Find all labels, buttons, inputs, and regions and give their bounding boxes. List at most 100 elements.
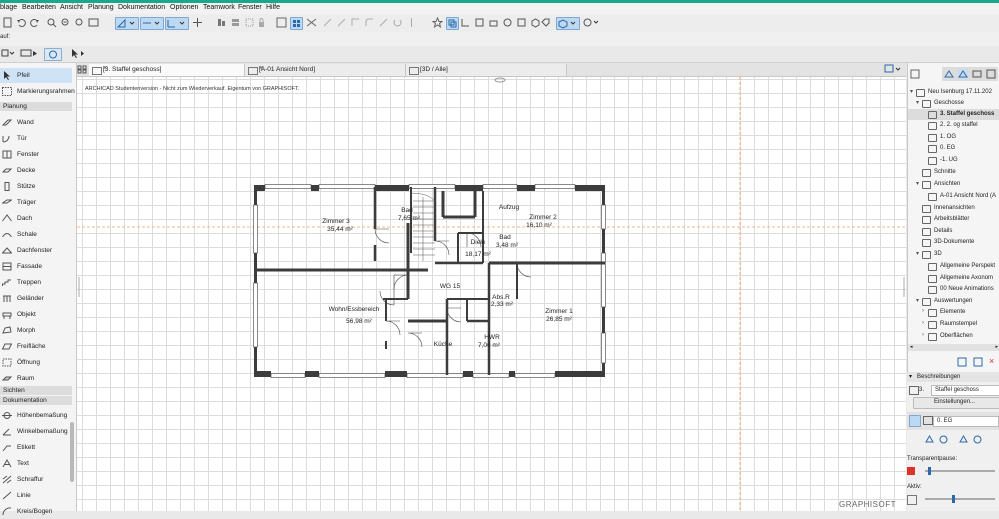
tool-pfeil[interactable]: Pfeil: [0, 68, 72, 83]
zoom-out-icon[interactable]: [74, 17, 85, 28]
zoom-window-icon[interactable]: [46, 17, 57, 28]
tab-3d-alle[interactable]: [3D / Alle]: [406, 64, 567, 76]
section-icon[interactable]: [474, 17, 485, 28]
menu-optionen[interactable]: Optionen: [170, 4, 198, 11]
rotate-icon[interactable]: [392, 17, 403, 28]
tool-raum[interactable]: Raum: [0, 371, 72, 386]
fillet-icon[interactable]: [364, 17, 375, 28]
navigator-scrollbar[interactable]: ◂ ▸: [908, 344, 999, 351]
tool-fassade[interactable]: Fassade: [0, 259, 72, 274]
staircase[interactable]: [410, 192, 436, 261]
nav-project[interactable]: ▾ Neu Isenburg 17.11.202: [908, 87, 999, 98]
nav-floor-3[interactable]: 3. Staffel geschoss: [908, 109, 999, 120]
nav-innenansichten[interactable]: Innenansichten: [908, 203, 999, 214]
close-tab-icon[interactable]: ×: [259, 65, 401, 72]
tool-linie[interactable]: Linie: [0, 488, 72, 503]
elevation-icon[interactable]: [488, 17, 499, 28]
section-sichten[interactable]: Sichten: [0, 386, 72, 395]
tool-traeger[interactable]: Träger: [0, 195, 72, 210]
tool-treppen[interactable]: Treppen: [0, 275, 72, 290]
new-file-icon[interactable]: [2, 17, 13, 28]
transparentpause-slider[interactable]: [925, 467, 995, 475]
tool-stuetze[interactable]: Stütze: [0, 179, 72, 194]
nav-ansichten[interactable]: ▾ Ansichten: [908, 179, 999, 190]
tab-overview-icon[interactable]: [77, 65, 87, 74]
tool-gelaender[interactable]: Geländer: [0, 291, 72, 306]
favorites-icon[interactable]: [432, 17, 443, 28]
tool-morph[interactable]: Morph: [0, 323, 72, 338]
tool-text[interactable]: Text: [0, 456, 72, 471]
tool-markierungsrahmen[interactable]: Markierungsrahmen: [0, 84, 75, 99]
nav-animation[interactable]: 00 Neue Animations: [908, 284, 999, 295]
nav-details[interactable]: Details: [908, 226, 999, 237]
render-icon[interactable]: [582, 17, 600, 28]
nav-floor-1[interactable]: 1. OG: [908, 132, 999, 143]
arrow-pointer-icon[interactable]: [66, 48, 86, 59]
tool-etikett[interactable]: Etikett: [0, 440, 72, 455]
mode-icon-3[interactable]: [959, 435, 968, 444]
distribute-icon[interactable]: [230, 17, 241, 28]
tool-wand[interactable]: Wand: [0, 115, 72, 130]
nav-3d-dokumente[interactable]: 3D-Dokumente: [908, 237, 999, 248]
tool-tuer[interactable]: Tür: [0, 131, 72, 146]
new-view-icon[interactable]: [957, 357, 967, 367]
nav-3d[interactable]: ▾ 3D: [908, 249, 999, 260]
tool-schale[interactable]: Schale: [0, 227, 72, 242]
floor-plan-drawing[interactable]: Zimmer 3 35,44 m² Bad 7,65 m² Aufzug Zim…: [253, 183, 607, 379]
trim-icon[interactable]: [322, 17, 333, 28]
menu-planung[interactable]: Planung: [88, 4, 114, 11]
floor-plan-canvas[interactable]: ARCHICAD Studentenversion - Nicht zum Wi…: [77, 77, 906, 511]
redo-icon[interactable]: [29, 17, 40, 28]
fit-window-icon[interactable]: [88, 17, 99, 28]
tool-kreis-bogen[interactable]: Kreis/Bogen: [0, 504, 72, 519]
layer-combination-icon[interactable]: [909, 415, 921, 427]
tool-freiflaeche[interactable]: Freifläche: [0, 339, 72, 354]
mode-icon-1[interactable]: [925, 435, 934, 444]
nav-back-icon[interactable]: [910, 69, 920, 79]
nav-schnitte[interactable]: Schnitte: [908, 167, 999, 178]
nav-raumstempel[interactable]: › Raumstempel: [908, 319, 999, 330]
tab-settings-icon[interactable]: [884, 64, 902, 74]
tool-winkelbemassung[interactable]: Winkelbemaßung: [0, 424, 72, 439]
menu-bearbeiten[interactable]: Bearbeiten: [22, 4, 56, 11]
section-dokumentation[interactable]: Dokumentation: [0, 396, 72, 405]
detail-icon[interactable]: [502, 17, 513, 28]
menu-dokumentation[interactable]: Dokumentation: [118, 4, 165, 11]
menu-teamwork[interactable]: Teamwork: [203, 4, 235, 11]
view-map-icon[interactable]: [958, 69, 968, 79]
suspend-groups-icon[interactable]: [276, 17, 287, 28]
nav-axonometrie[interactable]: Allgemeine Axonom: [908, 273, 999, 284]
nav-elemente[interactable]: › Elemente: [908, 307, 999, 318]
menu-ansicht[interactable]: Ansicht: [60, 4, 83, 11]
nav-ansicht-nord[interactable]: A-01 Ansicht Nord (A: [908, 191, 999, 202]
guide-lines-icon[interactable]: [140, 17, 164, 30]
menu-hilfe[interactable]: Hilfe: [266, 4, 280, 11]
menu-ablage[interactable]: blage: [0, 4, 17, 11]
undo-icon[interactable]: [16, 17, 27, 28]
zoom-in-icon[interactable]: [60, 17, 71, 28]
trace-reference-icon[interactable]: [115, 17, 139, 30]
snap-grid-icon[interactable]: [165, 17, 189, 30]
einstellungen-button[interactable]: Einstellungen...: [913, 397, 999, 409]
nav-arbeitsblaetter[interactable]: Arbeitsblätter: [908, 214, 999, 225]
nav-oberflaechen[interactable]: › Oberflächen: [908, 331, 999, 342]
worksheet-icon[interactable]: [516, 17, 527, 28]
tab-a01-ansicht-nord[interactable]: [A-01 Ansicht Nord] ×: [245, 64, 406, 76]
tool-fenster[interactable]: Fenster: [0, 147, 72, 162]
clone-view-icon[interactable]: [973, 357, 983, 367]
intersect-icon[interactable]: [306, 17, 317, 28]
publisher-icon[interactable]: [986, 69, 996, 79]
nav-floor-2[interactable]: 2. 2. og staffel: [908, 120, 999, 131]
align-icon[interactable]: [216, 17, 227, 28]
nav-geschosse[interactable]: ▾ Geschosse: [908, 98, 999, 109]
adjust-icon[interactable]: [350, 17, 361, 28]
slider-thumb[interactable]: [951, 495, 955, 503]
trace-color-swatch[interactable]: [907, 467, 915, 475]
nav-perspektive[interactable]: Allgemeine Perspekt: [908, 261, 999, 272]
layers-icon[interactable]: [446, 17, 459, 30]
section-planung[interactable]: Planung: [0, 102, 72, 111]
mode-icon-2[interactable]: [939, 435, 948, 444]
3d-view-mode-icon[interactable]: [556, 17, 580, 30]
nav-floor-0[interactable]: 0. EG: [908, 143, 999, 154]
geometry-method-icon[interactable]: [1, 49, 15, 58]
